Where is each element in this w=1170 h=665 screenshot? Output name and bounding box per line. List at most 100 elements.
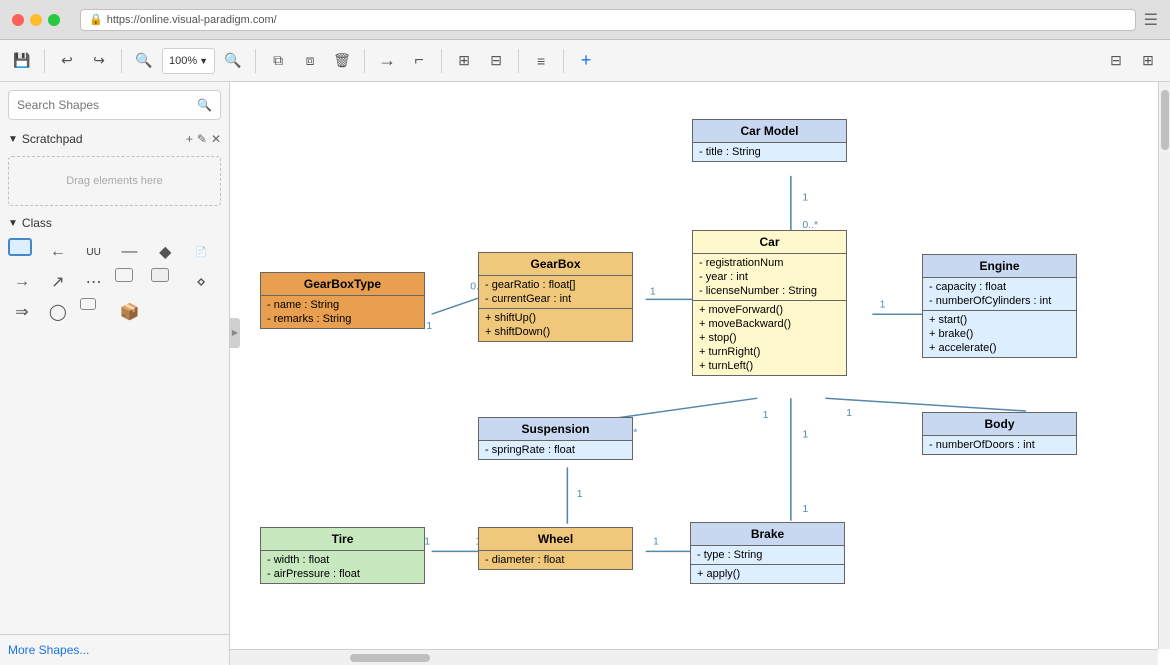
url-bar[interactable]: 🔒 https://online.visual-paradigm.com/ — [80, 9, 1136, 31]
more-shapes-link[interactable]: More Shapes... — [8, 643, 89, 657]
h-scrollbar-thumb[interactable] — [350, 654, 430, 662]
save-button[interactable]: 💾 — [8, 47, 36, 75]
gearboxtype-header: GearBoxType — [261, 273, 424, 296]
class-header: ▼ Class — [0, 212, 229, 234]
car-method-5: + turnLeft() — [699, 359, 840, 373]
shape-arrow-right[interactable]: → — [8, 268, 36, 296]
uml-class-body[interactable]: Body - numberOfDoors : int — [922, 412, 1077, 455]
minimize-button[interactable] — [30, 14, 42, 26]
body-attrs: - numberOfDoors : int — [923, 436, 1076, 454]
delete-button[interactable]: 🗑 — [328, 47, 356, 75]
url-icon: 🔒 — [89, 13, 103, 26]
car-method-4: + turnRight() — [699, 345, 840, 359]
car-method-3: + stop() — [699, 331, 840, 345]
zoom-in-button[interactable]: 🔍 — [219, 47, 247, 75]
search-input[interactable] — [17, 98, 197, 112]
toolbar-separator-2 — [121, 49, 122, 73]
canvas-area[interactable]: 1 0..* 1 1 1 1 0..* 1 1 1..* 1 1 1 — [230, 82, 1170, 665]
svg-text:1: 1 — [802, 193, 808, 204]
scratchpad-close-button[interactable]: ✕ — [211, 132, 221, 146]
svg-text:1: 1 — [577, 489, 583, 500]
format-button[interactable]: ⊞ — [450, 47, 478, 75]
scratchpad-add-button[interactable]: + — [186, 132, 193, 146]
tire-attrs: - width : float - airPressure : float — [261, 551, 424, 583]
uml-class-suspension[interactable]: Suspension - springRate : float — [478, 417, 633, 460]
h-scrollbar[interactable] — [230, 649, 1158, 665]
elbow-connector-button[interactable]: ⌐ — [405, 47, 433, 75]
suspension-attrs: - springRate : float — [479, 441, 632, 459]
paste-button[interactable]: ⧈ — [296, 47, 324, 75]
shape-package[interactable]: 📦 — [115, 298, 143, 326]
sidebar-resize-handle[interactable]: ▶ — [230, 318, 240, 348]
sidebar-bottom: More Shapes... — [0, 634, 229, 665]
svg-text:1: 1 — [424, 537, 430, 548]
shape-arrow-diagonal[interactable]: ↗ — [44, 268, 72, 296]
search-box[interactable]: 🔍 — [8, 90, 221, 120]
uml-class-wheel[interactable]: Wheel - diameter : float — [478, 527, 633, 570]
uml-class-tire[interactable]: Tire - width : float - airPressure : flo… — [260, 527, 425, 584]
engine-methods: + start() + brake() + accelerate() — [923, 310, 1076, 357]
car-attr-2: - year : int — [699, 270, 840, 284]
car-method-2: + moveBackward() — [699, 317, 840, 331]
v-scrollbar[interactable] — [1158, 82, 1170, 649]
svg-text:1: 1 — [653, 537, 659, 548]
panel-toggle-button[interactable]: ⊞ — [1134, 47, 1162, 75]
close-button[interactable] — [12, 14, 24, 26]
uml-class-gearboxtype[interactable]: GearBoxType - name : String - remarks : … — [260, 272, 425, 329]
uml-class-engine[interactable]: Engine - capacity : float - numberOfCyli… — [922, 254, 1077, 358]
scratchpad-arrow: ▼ — [8, 134, 18, 145]
toolbar-separator-6 — [518, 49, 519, 73]
undo-button[interactable]: ↩ — [53, 47, 81, 75]
copy-button[interactable]: ⧉ — [264, 47, 292, 75]
shape-dots[interactable]: ⋯ — [80, 268, 108, 296]
gearbox-attr-2: - currentGear : int — [485, 292, 626, 306]
shape-dashed[interactable]: ⋄ — [187, 268, 215, 296]
tire-header: Tire — [261, 528, 424, 551]
engine-attr-1: - capacity : float — [929, 280, 1070, 294]
uml-class-car[interactable]: Car - registrationNum - year : int - lic… — [692, 230, 847, 376]
shape-small-rect[interactable] — [80, 298, 96, 310]
shape-rect[interactable] — [8, 238, 32, 256]
shape-arrow-left[interactable]: ← — [44, 238, 72, 266]
hamburger-menu[interactable]: ☰ — [1144, 10, 1158, 30]
svg-text:1: 1 — [802, 430, 808, 441]
maximize-button[interactable] — [48, 14, 60, 26]
toolbar: 💾 ↩ ↪ 🔍 100% ▼ 🔍 ⧉ ⧈ 🗑 → ⌐ ⊞ ⊟ ≡ + ⊟ ⊞ — [0, 40, 1170, 82]
engine-header: Engine — [923, 255, 1076, 278]
shape-rect3[interactable] — [151, 268, 169, 282]
arrange-button[interactable]: ⊟ — [482, 47, 510, 75]
shape-line[interactable]: — — [115, 238, 143, 266]
gearboxtype-attr-2: - remarks : String — [267, 312, 418, 326]
shape-rect2[interactable] — [115, 268, 133, 282]
zoom-level[interactable]: 100% ▼ — [162, 48, 215, 74]
redo-button[interactable]: ↪ — [85, 47, 113, 75]
v-scrollbar-thumb[interactable] — [1161, 90, 1169, 150]
add-button[interactable]: + — [572, 47, 600, 75]
tire-attr-1: - width : float — [267, 553, 418, 567]
shape-diamond[interactable]: ◆ — [151, 238, 179, 266]
scratchpad-edit-button[interactable]: ✎ — [197, 132, 207, 146]
uml-class-car-model[interactable]: Car Model - title : String — [692, 119, 847, 162]
body-attr-1: - numberOfDoors : int — [929, 438, 1070, 452]
shape-arrow-right2[interactable]: ⇒ — [8, 298, 36, 326]
search-icon: 🔍 — [197, 98, 212, 112]
shape-note[interactable]: 📄 — [187, 238, 215, 266]
engine-method-3: + accelerate() — [929, 341, 1070, 355]
gearboxtype-attrs: - name : String - remarks : String — [261, 296, 424, 328]
brake-header: Brake — [691, 523, 844, 546]
gearbox-attrs: - gearRatio : float[] - currentGear : in… — [479, 276, 632, 308]
wheel-attrs: - diameter : float — [479, 551, 632, 569]
view-toggle-button[interactable]: ⊟ — [1102, 47, 1130, 75]
arrow-connector-button[interactable]: → — [373, 47, 401, 75]
align-button[interactable]: ≡ — [527, 47, 555, 75]
body-header: Body — [923, 413, 1076, 436]
suspension-attr-1: - springRate : float — [485, 443, 626, 457]
zoom-out-button[interactable]: 🔍 — [130, 47, 158, 75]
uml-class-gearbox[interactable]: GearBox - gearRatio : float[] - currentG… — [478, 252, 633, 342]
shape-ellipse[interactable]: ◯ — [44, 298, 72, 326]
car-model-attr-1: - title : String — [699, 145, 840, 159]
uml-class-brake[interactable]: Brake - type : String + apply() — [690, 522, 845, 584]
shape-text[interactable]: UU — [80, 238, 108, 266]
car-attr-1: - registrationNum — [699, 256, 840, 270]
car-model-body: - title : String — [693, 143, 846, 161]
